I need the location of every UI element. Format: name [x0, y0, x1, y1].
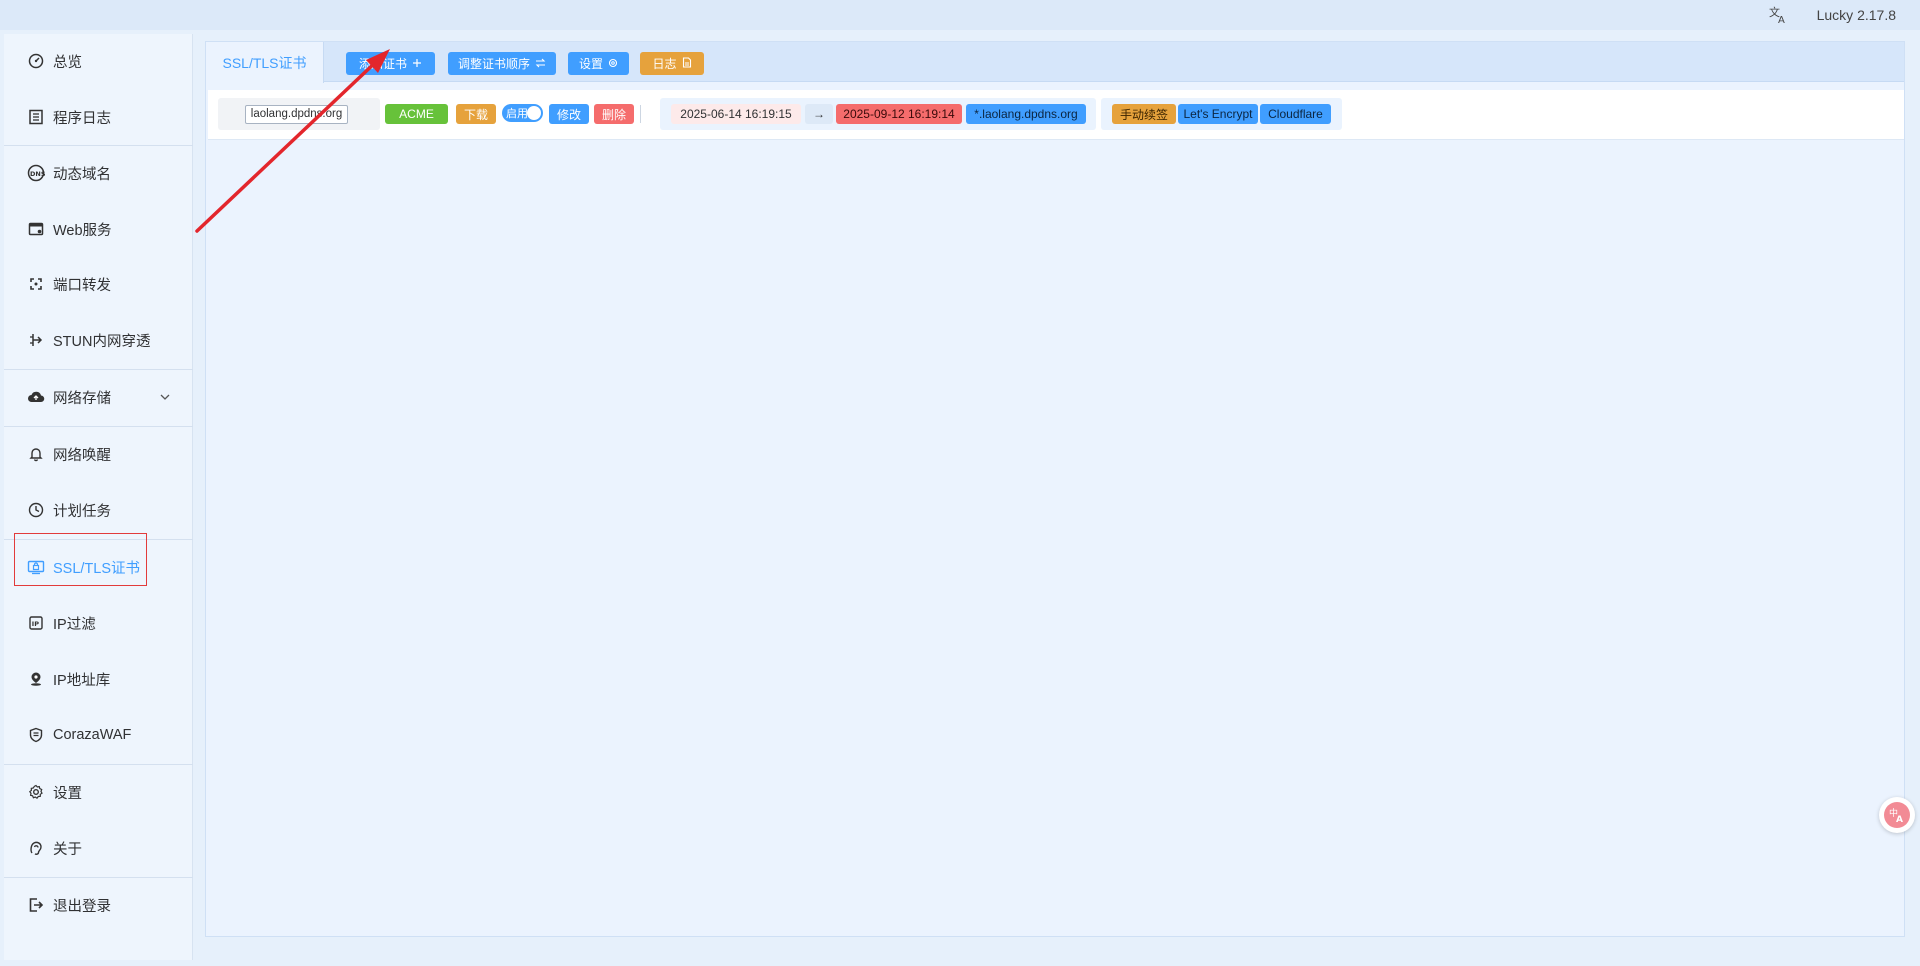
certificate-type-badge: ACME [385, 104, 448, 124]
sidebar-item-label: 网络唤醒 [53, 447, 111, 464]
sidebar-item-label: 端口转发 [53, 277, 111, 294]
reorder-label: 调整证书顺序 [457, 57, 530, 71]
arrow-right-icon: → [805, 104, 833, 124]
main-panel: SSL/TLS证书 添加证书 调整证书顺序 设置 日志 laolang.dpdn… [205, 41, 1905, 937]
sidebar-item-stun[interactable]: STUN内网穿透 [4, 317, 193, 363]
gear-icon [608, 57, 618, 71]
active-item-highlight-box [14, 533, 147, 586]
log-button[interactable]: 日志 [640, 52, 704, 75]
enable-toggle-label: 启用 [506, 108, 528, 120]
toggle-knob [527, 106, 541, 120]
divider [4, 369, 193, 370]
renew-mode-badge: 手动续签 [1112, 104, 1176, 124]
sidebar-item-label: IP地址库 [53, 672, 111, 689]
svg-text:IP: IP [32, 620, 39, 628]
sidebar-item-wake-on-lan[interactable]: 网络唤醒 [4, 431, 193, 477]
expiry-date-badge: 2025-09-12 16:19:14 [836, 104, 962, 124]
clock-icon [27, 501, 45, 519]
download-button[interactable]: 下载 [456, 104, 496, 124]
stun-icon [27, 331, 45, 349]
sidebar-item-label: 总览 [53, 54, 82, 71]
chevron-down-icon[interactable] [157, 389, 173, 405]
certificate-remark-cell: laolang.dpdns.org [218, 98, 380, 130]
sidebar-item-label: 退出登录 [53, 898, 111, 915]
port-forward-icon [27, 275, 45, 293]
sidebar-item-label: 程序日志 [53, 110, 111, 127]
add-certificate-label: 添加证书 [358, 57, 407, 71]
certificate-domain-badge: *.laolang.dpdns.org [966, 104, 1086, 124]
sidebar-item-ip-database[interactable]: IP地址库 [4, 656, 193, 702]
log-label: 日志 [652, 57, 677, 71]
dns-icon: DNS [27, 164, 45, 182]
sidebar-item-label: 动态域名 [53, 166, 111, 183]
translate-icon[interactable]: 文 A [1767, 4, 1789, 26]
sidebar-item-web-service[interactable]: Web服务 [4, 206, 193, 252]
bell-icon [27, 445, 45, 463]
translate-icon: 中A [1884, 802, 1910, 828]
sidebar-item-settings[interactable]: 设置 [4, 769, 193, 815]
sidebar-item-coraza-waf[interactable]: CorazaWAF [4, 712, 193, 758]
sidebar-item-label: Web服务 [53, 222, 112, 239]
plus-icon [412, 57, 422, 71]
settings-label: 设置 [578, 57, 603, 71]
settings-button[interactable]: 设置 [568, 52, 629, 75]
web-service-icon [27, 220, 45, 238]
divider [640, 105, 641, 123]
sidebar: 总览 程序日志 DNS 动态域名 Web服务 端口转发 STUN内网穿透 网络存… [4, 34, 193, 960]
floating-translate-button[interactable]: 中A [1879, 797, 1915, 833]
divider [4, 145, 193, 146]
app-version: Lucky 2.17.8 [1816, 7, 1896, 23]
sidebar-item-scheduled-tasks[interactable]: 计划任务 [4, 487, 193, 533]
divider [4, 764, 193, 765]
certificate-remark-field[interactable]: laolang.dpdns.org [245, 105, 348, 124]
add-certificate-button[interactable]: 添加证书 [346, 52, 435, 75]
sidebar-item-label: 关于 [53, 841, 82, 858]
logout-icon [27, 896, 45, 914]
dns-provider-badge: Cloudflare [1260, 104, 1331, 124]
cloud-storage-icon [27, 388, 45, 406]
tab-ssl-tls[interactable]: SSL/TLS证书 [206, 42, 324, 83]
sidebar-item-logs[interactable]: 程序日志 [4, 94, 193, 140]
ca-badge: Let's Encrypt [1178, 104, 1258, 124]
sidebar-item-label: 网络存储 [53, 390, 111, 407]
sidebar-item-label: IP过滤 [53, 616, 96, 633]
ip-location-icon [27, 670, 45, 688]
delete-button[interactable]: 删除 [594, 104, 634, 124]
sidebar-item-ddns[interactable]: DNS 动态域名 [4, 150, 193, 196]
sidebar-item-label: STUN内网穿透 [53, 333, 151, 350]
certificate-row: laolang.dpdns.org ACME 下载 启用 修改 删除 2025-… [208, 90, 1904, 140]
enable-toggle[interactable]: 启用 [502, 104, 543, 122]
sidebar-item-label: CorazaWAF [53, 727, 132, 743]
sidebar-item-label: 计划任务 [53, 503, 111, 520]
top-bar: 文 A Lucky 2.17.8 [0, 0, 1920, 30]
sidebar-item-label: 设置 [53, 785, 82, 802]
dashboard-icon [27, 52, 45, 70]
svg-text:A: A [1778, 15, 1785, 25]
reorder-certificates-button[interactable]: 调整证书顺序 [448, 52, 556, 75]
sidebar-item-ip-filter[interactable]: IP IP过滤 [4, 600, 193, 646]
sidebar-item-port-forward[interactable]: 端口转发 [4, 261, 193, 307]
sidebar-item-logout[interactable]: 退出登录 [4, 882, 193, 928]
sidebar-item-network-storage[interactable]: 网络存储 [4, 374, 193, 420]
about-icon [27, 839, 45, 857]
svg-text:DNS: DNS [30, 170, 45, 178]
swap-icon [535, 57, 546, 71]
divider [4, 426, 193, 427]
ip-filter-icon: IP [27, 614, 45, 632]
sidebar-item-overview[interactable]: 总览 [4, 38, 193, 84]
gear-icon [27, 783, 45, 801]
sidebar-item-about[interactable]: 关于 [4, 825, 193, 871]
edit-button[interactable]: 修改 [549, 104, 589, 124]
log-icon [27, 108, 45, 126]
document-icon [682, 56, 692, 71]
shield-icon [27, 726, 45, 744]
divider [4, 877, 193, 878]
svg-text:A: A [1896, 815, 1903, 824]
issued-date: 2025-06-14 16:19:15 [671, 104, 801, 124]
tab-bar: SSL/TLS证书 添加证书 调整证书顺序 设置 日志 [206, 42, 1904, 83]
